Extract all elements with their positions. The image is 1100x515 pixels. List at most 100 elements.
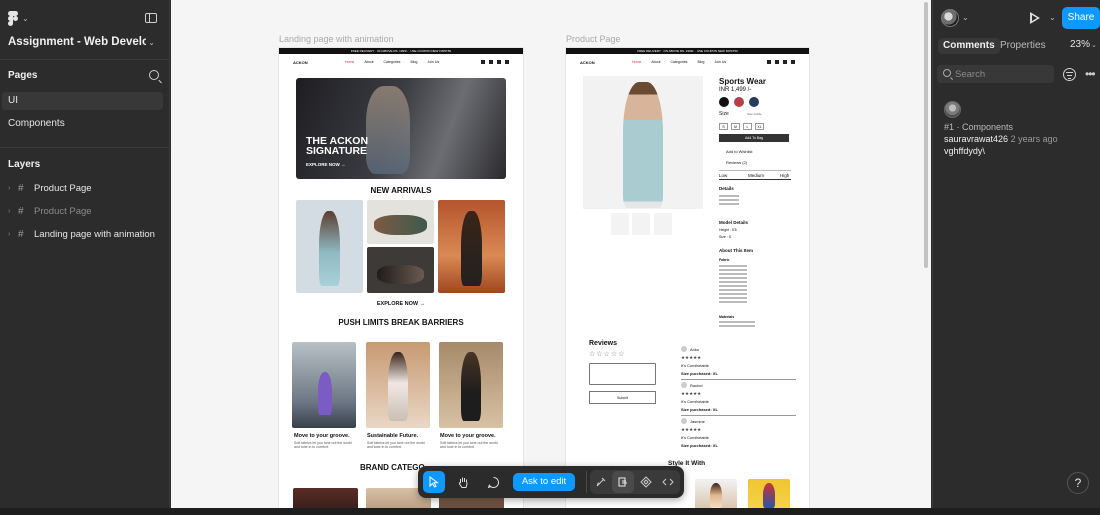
more-options-icon[interactable]: •••: [1085, 68, 1096, 80]
pages-label: Pages: [8, 70, 38, 81]
fabric-label: Fabric: [719, 258, 730, 262]
dev-mode-icon: [618, 477, 627, 487]
arrival-image: [296, 200, 363, 293]
page-item-components[interactable]: Components: [2, 115, 163, 133]
canvas-scrollbar[interactable]: [924, 2, 928, 268]
design-mode-button[interactable]: [590, 471, 612, 493]
review-item: Rachel ★★★★★ It's Comfortable Size purch…: [681, 382, 796, 416]
bottom-toolbar: Ask to edit: [418, 466, 684, 498]
present-play-icon[interactable]: [1030, 12, 1040, 24]
product-thumbnail: [654, 213, 672, 235]
reviewer-name: Jasmine: [690, 418, 705, 424]
design-canvas[interactable]: Landing page with animation FREE DELIVER…: [171, 0, 931, 508]
share-button[interactable]: Share: [1062, 7, 1100, 29]
review-input: [589, 363, 656, 385]
color-swatch: [749, 97, 759, 107]
size-guide-link: Size Guide: [747, 112, 762, 116]
code-button[interactable]: [657, 471, 679, 493]
new-arrivals-title: NEW ARRIVALS: [370, 186, 432, 195]
promo-strip: FREE DELIVERY · ON ABOVE RS. 1999/- · US…: [279, 48, 523, 54]
materials-label: Materials: [719, 315, 735, 319]
figma-menu-icon: [8, 11, 18, 26]
category-image: [293, 488, 358, 508]
user-avatar[interactable]: [941, 9, 959, 27]
frame-label-landing[interactable]: Landing page with animation: [279, 34, 394, 44]
nav-link: Home: [345, 60, 355, 64]
commenter-avatar: [944, 101, 961, 118]
card-image: [366, 342, 430, 428]
chevron-down-icon[interactable]: ⌄: [1091, 41, 1097, 49]
arrival-image: [438, 200, 505, 293]
nav-link: Categories: [670, 60, 688, 64]
hero-cta: EXPLORE NOW →: [306, 162, 346, 167]
file-header: ⌄ Assignment - Web Develop... ⌄: [0, 0, 169, 60]
caret-right-icon[interactable]: ›: [8, 185, 18, 192]
review-size: Size purchased: XL: [681, 371, 718, 376]
comment-meta[interactable]: #1 · Components: [944, 122, 1013, 132]
zoom-level[interactable]: 23%: [1070, 39, 1090, 50]
layer-item[interactable]: › # Product Page: [0, 177, 169, 200]
search-placeholder: Search: [955, 69, 986, 80]
model-details-heading: Model Details: [719, 220, 749, 225]
comment-tool-button[interactable]: [482, 471, 504, 493]
details-heading: Details: [719, 186, 734, 191]
search-icon: [943, 69, 951, 77]
layer-item[interactable]: › # Landing page with animation: [0, 223, 169, 246]
chevron-down-icon[interactable]: ⌄: [1049, 13, 1056, 22]
frame-hash-icon: #: [18, 229, 24, 240]
file-title[interactable]: Assignment - Web Develop...: [8, 36, 146, 48]
ask-to-edit-button[interactable]: Ask to edit: [513, 473, 575, 491]
card-title: Sustainable Future.: [367, 433, 419, 439]
layers-label: Layers: [8, 159, 41, 170]
card-title: Move to your groove.: [294, 433, 350, 439]
caret-right-icon[interactable]: ›: [8, 208, 18, 215]
level-low: Low: [719, 173, 728, 178]
reviewer-name: Rachel: [690, 382, 703, 388]
comments-search-input[interactable]: Search: [937, 65, 1054, 83]
nav-link: About: [651, 60, 661, 64]
right-panel-tabs: Comments Properties 23% ⌄: [933, 36, 1100, 56]
frame-label-product[interactable]: Product Page: [566, 34, 621, 44]
move-tool-button[interactable]: [423, 471, 445, 493]
help-button[interactable]: ?: [1067, 472, 1089, 494]
chevron-down-icon[interactable]: ⌄: [962, 13, 969, 22]
card-text: Soft fabrics let you tone out the world …: [440, 441, 498, 449]
panel-toggle-icon[interactable]: [145, 13, 157, 23]
filter-icon[interactable]: [1063, 68, 1076, 81]
review-stars: ★★★★★: [681, 427, 702, 432]
layer-item[interactable]: › # Product Page: [0, 200, 169, 223]
dev-mode-button[interactable]: [612, 471, 634, 493]
search-icon[interactable]: [149, 70, 159, 80]
review-stars: ★★★★★: [681, 391, 702, 396]
brand-category-title: BRAND CATEGO: [360, 463, 425, 472]
right-panel: ⌄ ⌄ Share Comments Properties 23% ⌄ Sear…: [932, 0, 1100, 508]
layers-header: Layers: [0, 147, 169, 171]
frame-product-page[interactable]: FREE DELIVERY · ON ABOVE RS. 1999/- · US…: [566, 48, 809, 508]
nav-link: Blog: [697, 60, 705, 64]
page-item-ui[interactable]: UI: [2, 92, 163, 110]
review-text: It's Comfortable: [681, 399, 709, 404]
caret-right-icon[interactable]: ›: [8, 231, 18, 238]
size-option: S: [719, 123, 728, 130]
design-mode-icon: [596, 477, 606, 487]
tab-comments[interactable]: Comments: [938, 38, 1000, 54]
nav-link: Join Us: [714, 60, 727, 64]
move-tool-icon: [429, 476, 439, 488]
comment-text: vghffdydy\: [944, 146, 985, 156]
nav-link: About: [364, 60, 374, 64]
components-button[interactable]: [635, 471, 657, 493]
tab-properties[interactable]: Properties: [995, 38, 1051, 54]
review-size: Size purchased: XL: [681, 443, 718, 448]
arrival-image: [367, 247, 434, 293]
reviewer-name: Anku: [690, 346, 700, 352]
review-text: It's Comfortable: [681, 363, 709, 368]
chevron-down-icon: ⌄: [22, 13, 29, 23]
nav-link: Categories: [383, 60, 401, 64]
product-image: [583, 76, 703, 209]
hand-tool-button[interactable]: [452, 471, 474, 493]
arrival-image: [367, 200, 434, 244]
main-menu-button[interactable]: ⌄: [8, 11, 29, 26]
site-navbar: ACKON Home About Categories Blog Join Us: [566, 59, 809, 67]
frame-landing-page[interactable]: FREE DELIVERY · ON ABOVE RS. 1999/- · US…: [279, 48, 523, 508]
chevron-down-icon[interactable]: ⌄: [148, 38, 155, 47]
